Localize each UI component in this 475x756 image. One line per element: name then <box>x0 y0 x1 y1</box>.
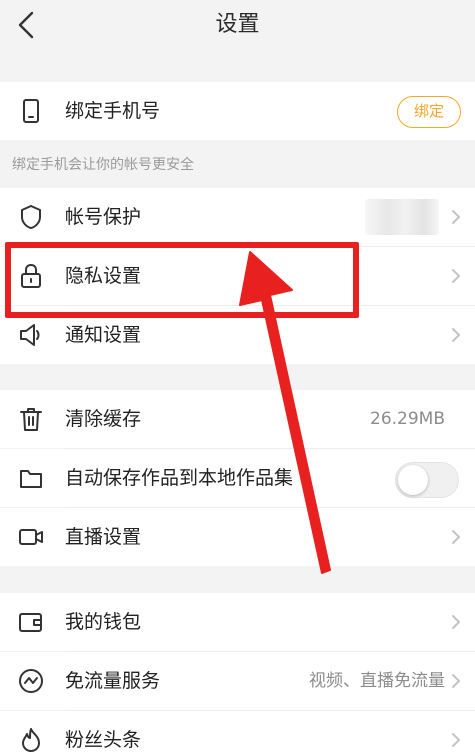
folder-icon <box>20 470 42 488</box>
wallet-label: 我的钱包 <box>65 611 142 633</box>
bind-button[interactable]: 绑定 <box>397 96 461 128</box>
data-plan-label: 免流量服务 <box>65 670 161 692</box>
settings-item-clear-cache[interactable]: 清除缓存 26.29MB <box>0 390 475 448</box>
settings-item-auto-save: 自动保存作品到本地作品集 <box>0 449 475 507</box>
shield-icon <box>21 205 41 229</box>
fan-headlines-label: 粉丝头条 <box>65 729 142 751</box>
chevron-right-icon <box>452 328 460 342</box>
chevron-right-icon <box>452 210 460 224</box>
bind-phone-row[interactable]: 绑定手机号 绑定 <box>0 82 475 140</box>
settings-item-account-protection[interactable]: 帐号保护 <box>0 188 475 246</box>
security-note: 绑定手机会让你的帐号更安全 <box>12 157 194 173</box>
bind-phone-label: 绑定手机号 <box>65 100 161 122</box>
chevron-right-icon <box>452 615 460 629</box>
auto-save-toggle[interactable] <box>395 462 459 498</box>
chevron-right-icon <box>452 530 460 544</box>
flame-icon <box>22 728 40 752</box>
settings-item-data-plan[interactable]: 免流量服务 视频、直播免流量 <box>0 652 475 710</box>
clear-cache-label: 清除缓存 <box>65 408 142 430</box>
settings-item-fan-headlines[interactable]: 粉丝头条 <box>0 711 475 756</box>
speaker-icon <box>20 324 40 346</box>
video-camera-icon <box>19 529 43 545</box>
page-title: 设置 <box>215 12 260 37</box>
phone-icon <box>23 99 39 123</box>
chevron-right-icon <box>452 269 460 283</box>
cache-size-value: 26.29MB <box>370 409 445 429</box>
wallet-icon <box>19 613 42 632</box>
toggle-knob <box>398 465 428 495</box>
data-plan-icon <box>19 669 43 693</box>
chevron-right-icon <box>452 674 460 688</box>
highlight-box <box>5 242 359 318</box>
live-label: 直播设置 <box>65 526 142 548</box>
data-plan-value: 视频、直播免流量 <box>309 671 445 691</box>
settings-item-live[interactable]: 直播设置 <box>0 508 475 566</box>
header: 设置 <box>0 0 475 56</box>
settings-item-wallet[interactable]: 我的钱包 <box>0 593 475 651</box>
trash-icon <box>20 408 42 431</box>
account-protection-label: 帐号保护 <box>65 206 142 228</box>
blurred-value <box>365 199 439 235</box>
chevron-right-icon <box>452 733 460 747</box>
auto-save-label: 自动保存作品到本地作品集 <box>65 467 294 489</box>
